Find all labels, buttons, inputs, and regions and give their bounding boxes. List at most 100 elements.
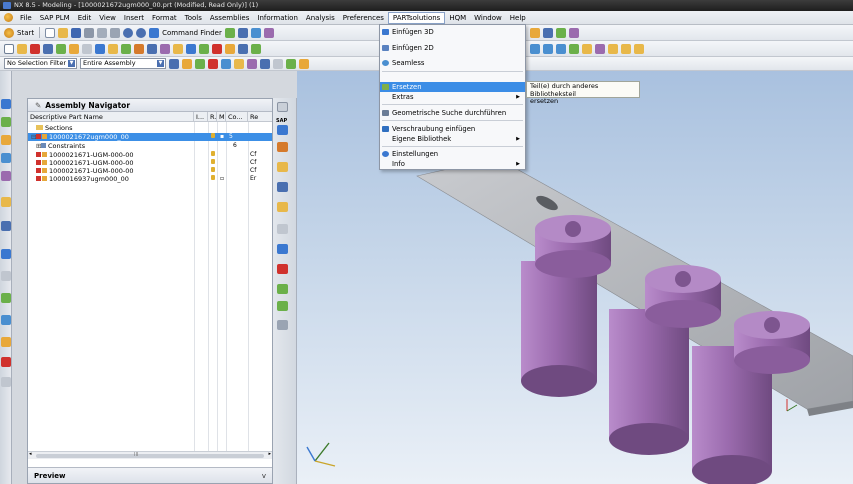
menu-format[interactable]: Format	[148, 12, 181, 24]
sap-status-icon[interactable]	[277, 264, 288, 274]
menu-information[interactable]: Information	[253, 12, 302, 24]
sap-compare-icon[interactable]	[277, 301, 288, 311]
subtract-icon[interactable]	[212, 43, 222, 54]
start-icon[interactable]	[4, 27, 14, 38]
history-tab-icon[interactable]	[1, 221, 11, 231]
assembly-icon-2[interactable]	[621, 43, 631, 54]
command-finder-icon[interactable]	[149, 27, 160, 38]
view-iso-icon[interactable]	[569, 43, 579, 54]
sketch-icon[interactable]	[530, 27, 540, 38]
tree-row-component[interactable]: 1000016937ugm000_00 ▫ Er	[28, 175, 272, 183]
view-right-icon[interactable]	[556, 43, 566, 54]
menu-item-einfuegen-3d[interactable]: Einfügen 3D	[380, 27, 525, 37]
menu-assemblies[interactable]: Assemblies	[206, 12, 254, 24]
open-folder-icon[interactable]	[58, 27, 69, 38]
hd3d-tools-tab-icon[interactable]	[1, 171, 11, 181]
pin-icon[interactable]: ✎	[35, 101, 41, 110]
intersect-icon[interactable]	[225, 43, 235, 54]
tree-row-component[interactable]: 1000021671-UGM-000-00 Cf	[28, 151, 272, 159]
wireframe-icon[interactable]	[82, 43, 92, 54]
system-materials-tab-icon[interactable]	[1, 249, 11, 259]
end-point-icon[interactable]	[182, 58, 193, 69]
menu-analysis[interactable]: Analysis	[302, 12, 339, 24]
column-read-only[interactable]: R.	[208, 112, 217, 121]
menu-item-ersetzen[interactable]: Ersetzen	[380, 82, 525, 92]
checkbox-icon[interactable]	[36, 160, 41, 165]
assembly-icon-3[interactable]	[634, 43, 644, 54]
unite-icon[interactable]	[199, 43, 209, 54]
mid-point-icon[interactable]	[195, 58, 206, 69]
menu-item-verschraubung-einfuegen[interactable]: Verschraubung einfügen	[380, 124, 525, 134]
copy-icon[interactable]	[97, 27, 108, 38]
process-studio-tab-icon[interactable]	[1, 271, 11, 281]
tree-row-root-assembly[interactable]: ⊟ 1000021672ugm000_00 ▪ 5	[28, 133, 272, 141]
hole-icon[interactable]	[121, 43, 131, 54]
column-modified[interactable]: M	[217, 112, 226, 121]
sap-tool-icon[interactable]	[277, 320, 288, 330]
menu-help[interactable]: Help	[506, 12, 530, 24]
new-file-icon[interactable]	[45, 27, 56, 38]
offset-icon[interactable]	[251, 43, 261, 54]
sap-icon[interactable]	[277, 125, 288, 135]
pattern-icon[interactable]	[173, 43, 183, 54]
roles-tab-icon[interactable]	[1, 315, 11, 325]
measure-icon[interactable]	[556, 27, 566, 38]
system-scenes-tab-icon[interactable]	[1, 337, 11, 347]
shade-icon[interactable]	[69, 43, 79, 54]
tree-row-constraints[interactable]: ⊞ Constraints 6	[28, 142, 272, 150]
sap-checkout-icon[interactable]	[277, 142, 288, 152]
start-button[interactable]: Start	[17, 29, 34, 37]
preview-panel-header[interactable]: Preview v	[28, 467, 272, 483]
cut-icon[interactable]	[84, 27, 95, 38]
tree-row-sections[interactable]: Sections	[28, 124, 272, 132]
sap-save-icon[interactable]	[277, 162, 288, 172]
command-finder-button[interactable]: Command Finder	[162, 29, 222, 37]
fit-icon[interactable]	[4, 43, 14, 54]
checkbox-icon[interactable]	[36, 168, 41, 173]
intersection-point-icon[interactable]	[221, 58, 232, 69]
bounded-grid-icon[interactable]	[299, 58, 310, 69]
manufacturing-wizards-tab-icon[interactable]	[1, 293, 11, 303]
paste-icon[interactable]	[110, 27, 121, 38]
undo-icon[interactable]	[123, 27, 134, 38]
menu-file[interactable]: File	[16, 12, 36, 24]
chevron-down-icon[interactable]: v	[262, 468, 266, 484]
sap-structure-icon[interactable]	[277, 224, 288, 234]
point-on-face-icon[interactable]	[286, 58, 297, 69]
checkbox-icon[interactable]	[36, 134, 41, 139]
view-icon[interactable]	[250, 27, 261, 38]
menu-hqm[interactable]: HQM	[445, 12, 470, 24]
quadrant-point-icon[interactable]	[247, 58, 258, 69]
menu-item-eigene-bibliothek[interactable]: Eigene Bibliothek ▶	[380, 134, 525, 144]
menu-item-einfuegen-2d[interactable]: Einfügen 2D	[380, 43, 525, 53]
constraint-navigator-tab-icon[interactable]	[1, 117, 11, 127]
panel-icon[interactable]	[277, 102, 288, 112]
palettes-tab-icon[interactable]	[1, 357, 11, 367]
tree-row-component[interactable]: 1000021671-UGM-000-00 Cf	[28, 159, 272, 167]
render-icon[interactable]	[263, 27, 274, 38]
save-icon[interactable]	[71, 27, 82, 38]
column-count[interactable]: Co...	[226, 112, 248, 121]
assembly-icon-1[interactable]	[608, 43, 618, 54]
sap-transfer-icon[interactable]	[277, 244, 288, 254]
selection-filter-select[interactable]: No Selection Filter ▼	[4, 58, 78, 69]
assembly-navigator-tab-icon[interactable]	[1, 99, 11, 109]
part-navigator-tab-icon[interactable]	[1, 135, 11, 145]
point-on-curve-icon[interactable]	[273, 58, 284, 69]
mirror-icon[interactable]	[186, 43, 196, 54]
menu-window[interactable]: Window	[470, 12, 506, 24]
extrude-icon[interactable]	[95, 43, 105, 54]
arc-center-icon[interactable]	[234, 58, 245, 69]
column-reference-set[interactable]: Re	[248, 112, 272, 121]
pan-icon[interactable]	[30, 43, 40, 54]
menu-item-seamless[interactable]: Seamless	[380, 58, 525, 68]
menu-item-einstellungen[interactable]: Einstellungen	[380, 149, 525, 159]
menu-view[interactable]: View	[95, 12, 120, 24]
studio-icon[interactable]	[595, 43, 605, 54]
navigator-horizontal-scrollbar[interactable]: ◂ III ▸	[28, 451, 272, 459]
zoom-icon[interactable]	[17, 43, 27, 54]
menu-item-extras[interactable]: Extras ▶	[380, 92, 525, 102]
nx-logo-icon[interactable]	[4, 13, 13, 22]
dimension-icon[interactable]	[543, 27, 553, 38]
menu-insert[interactable]: Insert	[120, 12, 148, 24]
